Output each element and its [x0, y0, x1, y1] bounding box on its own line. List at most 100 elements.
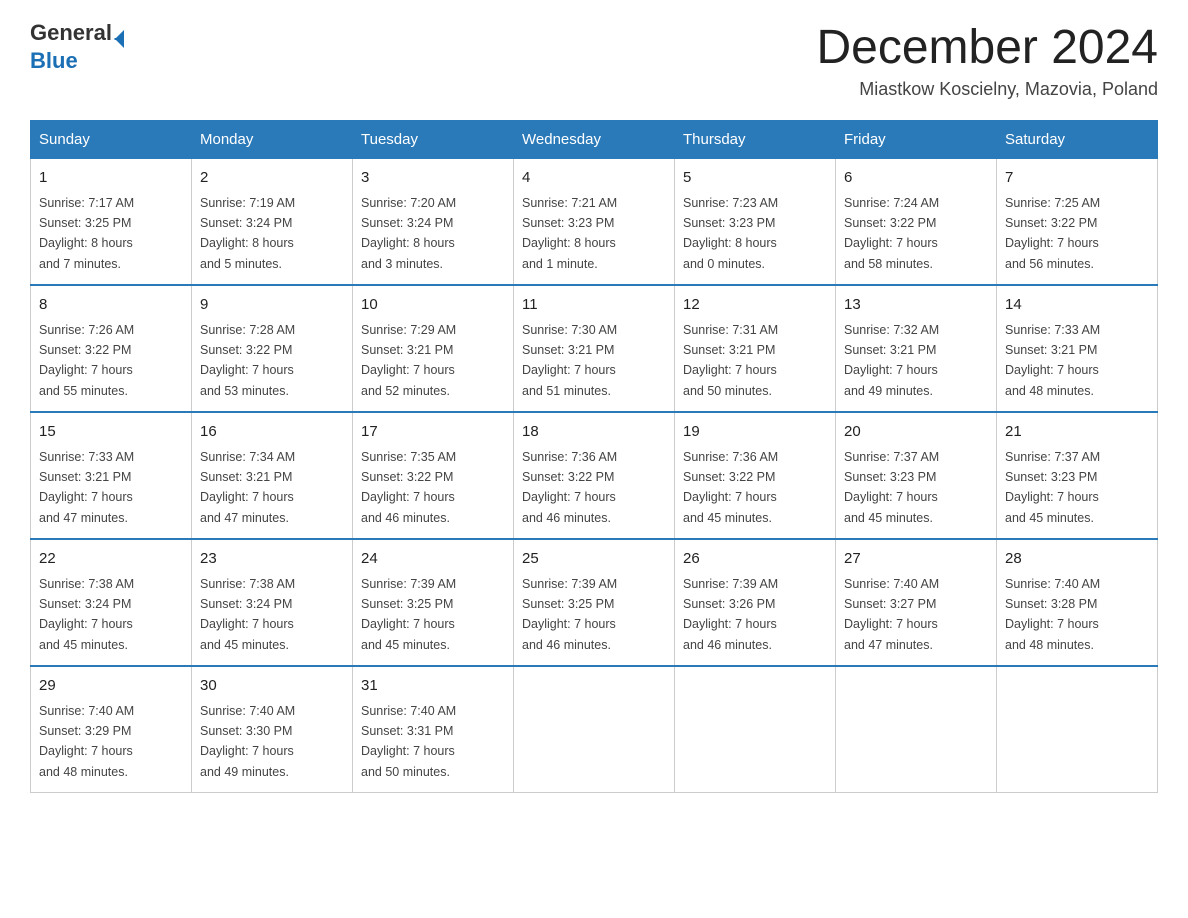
- cell-week2-day3: 11 Sunrise: 7:30 AMSunset: 3:21 PMDaylig…: [514, 285, 675, 412]
- day-info: Sunrise: 7:20 AMSunset: 3:24 PMDaylight:…: [361, 196, 456, 271]
- day-info: Sunrise: 7:36 AMSunset: 3:22 PMDaylight:…: [522, 450, 617, 525]
- header-sunday: Sunday: [31, 121, 192, 159]
- day-number: 24: [361, 548, 505, 571]
- cell-week3-day1: 16 Sunrise: 7:34 AMSunset: 3:21 PMDaylig…: [192, 412, 353, 539]
- day-number: 26: [683, 548, 827, 571]
- day-number: 8: [39, 294, 183, 317]
- cell-week4-day5: 27 Sunrise: 7:40 AMSunset: 3:27 PMDaylig…: [836, 539, 997, 666]
- day-number: 21: [1005, 421, 1149, 444]
- day-info: Sunrise: 7:32 AMSunset: 3:21 PMDaylight:…: [844, 323, 939, 398]
- day-info: Sunrise: 7:40 AMSunset: 3:27 PMDaylight:…: [844, 577, 939, 652]
- calendar-table: Sunday Monday Tuesday Wednesday Thursday…: [30, 120, 1158, 793]
- cell-week4-day3: 25 Sunrise: 7:39 AMSunset: 3:25 PMDaylig…: [514, 539, 675, 666]
- logo-icon: [114, 30, 124, 48]
- cell-week2-day5: 13 Sunrise: 7:32 AMSunset: 3:21 PMDaylig…: [836, 285, 997, 412]
- week-row-2: 8 Sunrise: 7:26 AMSunset: 3:22 PMDayligh…: [31, 285, 1158, 412]
- day-info: Sunrise: 7:19 AMSunset: 3:24 PMDaylight:…: [200, 196, 295, 271]
- day-number: 19: [683, 421, 827, 444]
- day-info: Sunrise: 7:39 AMSunset: 3:25 PMDaylight:…: [361, 577, 456, 652]
- day-info: Sunrise: 7:17 AMSunset: 3:25 PMDaylight:…: [39, 196, 134, 271]
- cell-week4-day1: 23 Sunrise: 7:38 AMSunset: 3:24 PMDaylig…: [192, 539, 353, 666]
- cell-week5-day5: [836, 666, 997, 793]
- week-row-5: 29 Sunrise: 7:40 AMSunset: 3:29 PMDaylig…: [31, 666, 1158, 793]
- day-number: 15: [39, 421, 183, 444]
- cell-week3-day2: 17 Sunrise: 7:35 AMSunset: 3:22 PMDaylig…: [353, 412, 514, 539]
- cell-week3-day4: 19 Sunrise: 7:36 AMSunset: 3:22 PMDaylig…: [675, 412, 836, 539]
- day-info: Sunrise: 7:38 AMSunset: 3:24 PMDaylight:…: [39, 577, 134, 652]
- cell-week5-day6: [997, 666, 1158, 793]
- header-wednesday: Wednesday: [514, 121, 675, 159]
- day-info: Sunrise: 7:40 AMSunset: 3:28 PMDaylight:…: [1005, 577, 1100, 652]
- day-info: Sunrise: 7:29 AMSunset: 3:21 PMDaylight:…: [361, 323, 456, 398]
- cell-week4-day4: 26 Sunrise: 7:39 AMSunset: 3:26 PMDaylig…: [675, 539, 836, 666]
- day-info: Sunrise: 7:39 AMSunset: 3:26 PMDaylight:…: [683, 577, 778, 652]
- logo-text: General Blue: [30, 20, 124, 74]
- day-number: 20: [844, 421, 988, 444]
- cell-week3-day0: 15 Sunrise: 7:33 AMSunset: 3:21 PMDaylig…: [31, 412, 192, 539]
- cell-week1-day4: 5 Sunrise: 7:23 AMSunset: 3:23 PMDayligh…: [675, 159, 836, 286]
- month-title: December 2024: [816, 20, 1158, 75]
- day-info: Sunrise: 7:34 AMSunset: 3:21 PMDaylight:…: [200, 450, 295, 525]
- week-row-3: 15 Sunrise: 7:33 AMSunset: 3:21 PMDaylig…: [31, 412, 1158, 539]
- day-info: Sunrise: 7:25 AMSunset: 3:22 PMDaylight:…: [1005, 196, 1100, 271]
- day-info: Sunrise: 7:30 AMSunset: 3:21 PMDaylight:…: [522, 323, 617, 398]
- day-info: Sunrise: 7:33 AMSunset: 3:21 PMDaylight:…: [39, 450, 134, 525]
- cell-week2-day4: 12 Sunrise: 7:31 AMSunset: 3:21 PMDaylig…: [675, 285, 836, 412]
- cell-week4-day0: 22 Sunrise: 7:38 AMSunset: 3:24 PMDaylig…: [31, 539, 192, 666]
- day-number: 28: [1005, 548, 1149, 571]
- cell-week4-day6: 28 Sunrise: 7:40 AMSunset: 3:28 PMDaylig…: [997, 539, 1158, 666]
- cell-week5-day0: 29 Sunrise: 7:40 AMSunset: 3:29 PMDaylig…: [31, 666, 192, 793]
- day-info: Sunrise: 7:40 AMSunset: 3:30 PMDaylight:…: [200, 704, 295, 779]
- header-monday: Monday: [192, 121, 353, 159]
- logo-blue: Blue: [30, 48, 78, 73]
- day-info: Sunrise: 7:38 AMSunset: 3:24 PMDaylight:…: [200, 577, 295, 652]
- cell-week1-day0: 1 Sunrise: 7:17 AMSunset: 3:25 PMDayligh…: [31, 159, 192, 286]
- cell-week1-day2: 3 Sunrise: 7:20 AMSunset: 3:24 PMDayligh…: [353, 159, 514, 286]
- day-info: Sunrise: 7:40 AMSunset: 3:29 PMDaylight:…: [39, 704, 134, 779]
- day-number: 22: [39, 548, 183, 571]
- day-number: 3: [361, 167, 505, 190]
- cell-week3-day5: 20 Sunrise: 7:37 AMSunset: 3:23 PMDaylig…: [836, 412, 997, 539]
- cell-week1-day5: 6 Sunrise: 7:24 AMSunset: 3:22 PMDayligh…: [836, 159, 997, 286]
- day-number: 1: [39, 167, 183, 190]
- cell-week3-day3: 18 Sunrise: 7:36 AMSunset: 3:22 PMDaylig…: [514, 412, 675, 539]
- cell-week2-day0: 8 Sunrise: 7:26 AMSunset: 3:22 PMDayligh…: [31, 285, 192, 412]
- day-number: 18: [522, 421, 666, 444]
- day-number: 9: [200, 294, 344, 317]
- day-number: 7: [1005, 167, 1149, 190]
- day-info: Sunrise: 7:39 AMSunset: 3:25 PMDaylight:…: [522, 577, 617, 652]
- day-number: 25: [522, 548, 666, 571]
- day-info: Sunrise: 7:28 AMSunset: 3:22 PMDaylight:…: [200, 323, 295, 398]
- day-info: Sunrise: 7:37 AMSunset: 3:23 PMDaylight:…: [1005, 450, 1100, 525]
- cell-week3-day6: 21 Sunrise: 7:37 AMSunset: 3:23 PMDaylig…: [997, 412, 1158, 539]
- day-info: Sunrise: 7:35 AMSunset: 3:22 PMDaylight:…: [361, 450, 456, 525]
- day-number: 14: [1005, 294, 1149, 317]
- location-subtitle: Miastkow Koscielny, Mazovia, Poland: [816, 79, 1158, 100]
- header-tuesday: Tuesday: [353, 121, 514, 159]
- header-saturday: Saturday: [997, 121, 1158, 159]
- day-number: 6: [844, 167, 988, 190]
- page-header: General Blue December 2024 Miastkow Kosc…: [30, 20, 1158, 100]
- day-info: Sunrise: 7:23 AMSunset: 3:23 PMDaylight:…: [683, 196, 778, 271]
- day-number: 12: [683, 294, 827, 317]
- day-info: Sunrise: 7:31 AMSunset: 3:21 PMDaylight:…: [683, 323, 778, 398]
- header-friday: Friday: [836, 121, 997, 159]
- day-number: 11: [522, 294, 666, 317]
- cell-week2-day2: 10 Sunrise: 7:29 AMSunset: 3:21 PMDaylig…: [353, 285, 514, 412]
- day-number: 17: [361, 421, 505, 444]
- day-number: 10: [361, 294, 505, 317]
- header-thursday: Thursday: [675, 121, 836, 159]
- week-row-4: 22 Sunrise: 7:38 AMSunset: 3:24 PMDaylig…: [31, 539, 1158, 666]
- title-block: December 2024 Miastkow Koscielny, Mazovi…: [816, 20, 1158, 100]
- day-number: 5: [683, 167, 827, 190]
- cell-week2-day6: 14 Sunrise: 7:33 AMSunset: 3:21 PMDaylig…: [997, 285, 1158, 412]
- cell-week1-day1: 2 Sunrise: 7:19 AMSunset: 3:24 PMDayligh…: [192, 159, 353, 286]
- day-number: 30: [200, 675, 344, 698]
- day-number: 27: [844, 548, 988, 571]
- day-number: 2: [200, 167, 344, 190]
- cell-week5-day4: [675, 666, 836, 793]
- logo: General Blue: [30, 20, 124, 74]
- day-info: Sunrise: 7:37 AMSunset: 3:23 PMDaylight:…: [844, 450, 939, 525]
- day-info: Sunrise: 7:36 AMSunset: 3:22 PMDaylight:…: [683, 450, 778, 525]
- day-info: Sunrise: 7:33 AMSunset: 3:21 PMDaylight:…: [1005, 323, 1100, 398]
